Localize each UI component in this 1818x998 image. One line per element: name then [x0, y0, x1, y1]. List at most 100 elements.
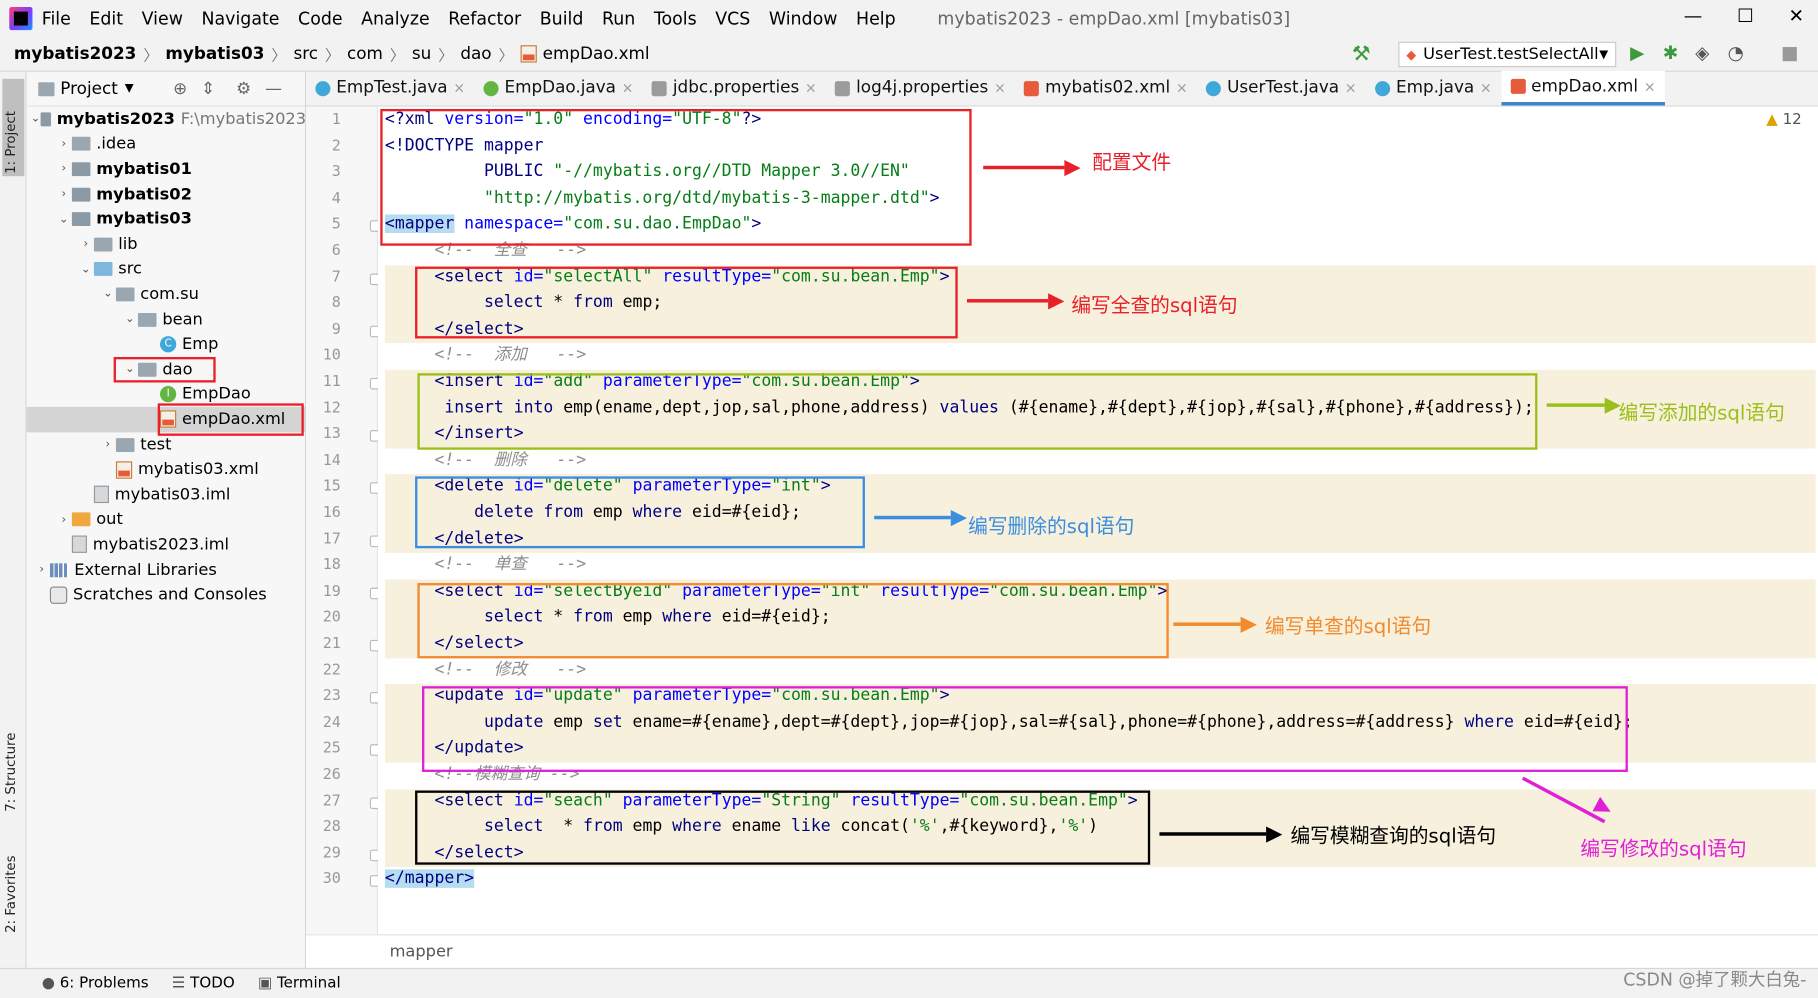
tree-item-label: EmpDao [182, 385, 251, 404]
todo-tab[interactable]: ☰ TODO [172, 975, 235, 992]
tab-empdao-xml[interactable]: empDao.xml × [1500, 70, 1665, 106]
menu-help[interactable]: Help [856, 8, 896, 29]
chevron-right-icon[interactable]: › [100, 438, 116, 451]
debug-icon[interactable]: ✱ [1663, 42, 1679, 64]
tree-item[interactable]: ⌄ mybatis2023 F:\mybatis2023 [27, 107, 306, 132]
tree-item[interactable]: ⌄ src [27, 257, 306, 282]
menu-window[interactable]: Window [769, 8, 838, 29]
line-number: 14 [322, 451, 341, 470]
coverage-icon[interactable]: ◈ [1695, 42, 1709, 64]
line-number: 2 [331, 137, 341, 155]
tree-item[interactable]: ⌄ mybatis03 [27, 207, 306, 232]
menu-navigate[interactable]: Navigate [201, 8, 279, 29]
chevron-down-icon[interactable]: ⌄ [78, 263, 94, 276]
tree-item[interactable]: › .idea [27, 132, 306, 157]
menu-tools[interactable]: Tools [654, 8, 697, 29]
terminal-tab[interactable]: ▣ Terminal [258, 975, 341, 992]
breadcrumb-dao[interactable]: dao [460, 45, 491, 64]
maximize-icon[interactable]: ☐ [1737, 5, 1754, 27]
chevron-down-icon[interactable]: ⌄ [31, 113, 41, 126]
tree-item[interactable]: › External Libraries [27, 557, 306, 582]
chevron-right-icon[interactable]: › [56, 163, 72, 176]
breadcrumb-com[interactable]: com [347, 45, 383, 64]
menu-code[interactable]: Code [298, 8, 343, 29]
tree-item[interactable]: C Emp [27, 332, 306, 357]
tool-window-project[interactable]: 1: Project [2, 78, 25, 177]
warnings-indicator[interactable]: ▲ 12 [1766, 111, 1802, 128]
chevron-right-icon[interactable]: › [78, 238, 94, 251]
locate-icon[interactable]: ⊕ [173, 79, 187, 98]
close-icon[interactable]: × [622, 80, 634, 96]
tree-item[interactable]: mybatis03.xml [27, 457, 306, 482]
tree-item[interactable]: mybatis2023.iml [27, 532, 306, 557]
folder-icon [71, 137, 91, 152]
stop-icon[interactable]: ■ [1781, 42, 1799, 64]
tree-item[interactable]: › lib [27, 232, 306, 257]
close-icon[interactable]: × [994, 80, 1006, 96]
breadcrumb-module[interactable]: mybatis03 [165, 45, 264, 64]
menu-file[interactable]: File [42, 8, 71, 29]
menu-run[interactable]: Run [602, 8, 635, 29]
chevron-right-icon[interactable]: › [56, 188, 72, 201]
chevron-down-icon[interactable]: ⌄ [100, 288, 116, 301]
breadcrumb-file[interactable]: empDao.xml [543, 45, 650, 64]
code-line: <!-- 删除 --> [434, 450, 587, 470]
breadcrumb-src[interactable]: src [293, 45, 318, 64]
tree-item-label: External Libraries [74, 560, 217, 580]
tab-mybatis02-xml[interactable]: mybatis02.xml × [1015, 71, 1197, 106]
breadcrumb-project[interactable]: mybatis2023 [14, 45, 136, 64]
annotation-note-fuzzy: 编写模糊查询的sql语句 [1290, 825, 1497, 849]
hide-panel-icon[interactable]: — [265, 79, 282, 98]
tab-log4j-properties[interactable]: log4j.properties × [826, 71, 1015, 106]
menu-view[interactable]: View [142, 8, 183, 29]
tool-window-favorites[interactable]: 2: Favorites [2, 855, 18, 932]
tree-item[interactable]: ⌄ com.su [27, 282, 306, 307]
menu-refactor[interactable]: Refactor [448, 8, 521, 29]
close-icon[interactable]: × [1480, 80, 1492, 96]
chevron-down-icon[interactable]: ⌄ [56, 213, 72, 226]
collapse-all-icon[interactable]: ⇕ [201, 79, 215, 98]
tree-item[interactable]: mybatis03.iml [27, 482, 306, 507]
annotation-note-insert: 编写添加的sql语句 [1618, 402, 1785, 426]
tree-item[interactable]: › test [27, 432, 306, 457]
tab-emp-java[interactable]: Emp.java × [1366, 71, 1501, 106]
profiler-icon[interactable]: ◔ [1728, 42, 1744, 64]
tab-jdbc-properties[interactable]: jdbc.properties × [643, 71, 826, 106]
line-number: 4 [331, 189, 341, 208]
project-panel-title[interactable]: Project [60, 79, 118, 98]
tab-usertest-java[interactable]: UserTest.java × [1197, 71, 1366, 106]
editor-breadcrumb[interactable]: mapper [306, 934, 1818, 968]
chevron-down-icon[interactable]: ▼ [125, 82, 134, 95]
close-icon[interactable]: × [1644, 78, 1656, 94]
close-icon[interactable]: ✕ [1789, 5, 1805, 27]
menu-vcs[interactable]: VCS [715, 8, 750, 29]
tool-window-structure[interactable]: 7: Structure [2, 733, 18, 812]
hammer-icon[interactable]: ⚒ [1352, 42, 1371, 66]
gear-icon[interactable]: ⚙ [236, 79, 251, 98]
close-icon[interactable]: × [453, 80, 465, 96]
menu-edit[interactable]: Edit [89, 8, 123, 29]
breadcrumb-su[interactable]: su [412, 45, 431, 64]
run-configuration-select[interactable]: ◆ UserTest.testSelectAll ▼ [1398, 41, 1617, 68]
problems-tab[interactable]: ● 6: Problems [42, 975, 149, 992]
chevron-down-icon[interactable]: ⌄ [122, 313, 138, 326]
chevron-right-icon[interactable]: › [56, 513, 72, 526]
tab-empdao-java[interactable]: EmpDao.java × [474, 71, 642, 106]
run-icon[interactable]: ▶ [1630, 42, 1644, 64]
tree-item[interactable]: › mybatis01 [27, 157, 306, 182]
line-number: 10 [322, 347, 341, 365]
tree-item[interactable]: › out [27, 507, 306, 532]
close-icon[interactable]: × [1176, 80, 1188, 96]
menu-analyze[interactable]: Analyze [361, 8, 430, 29]
tree-item[interactable]: ⌄ bean [27, 307, 306, 332]
menu-build[interactable]: Build [540, 8, 584, 29]
chevron-right-icon[interactable]: › [56, 138, 72, 151]
close-icon[interactable]: × [805, 80, 817, 96]
tree-item[interactable]: › mybatis02 [27, 182, 306, 207]
minimize-icon[interactable]: — [1684, 5, 1703, 27]
chevron-right-icon[interactable]: › [34, 563, 50, 576]
tree-item[interactable]: Scratches and Consoles [27, 582, 306, 607]
tab-emptest-java[interactable]: EmpTest.java × [306, 71, 474, 106]
code-editor[interactable]: <?xml version="1.0" encoding="UTF-8"?> <!… [377, 106, 1818, 935]
close-icon[interactable]: × [1345, 80, 1357, 96]
